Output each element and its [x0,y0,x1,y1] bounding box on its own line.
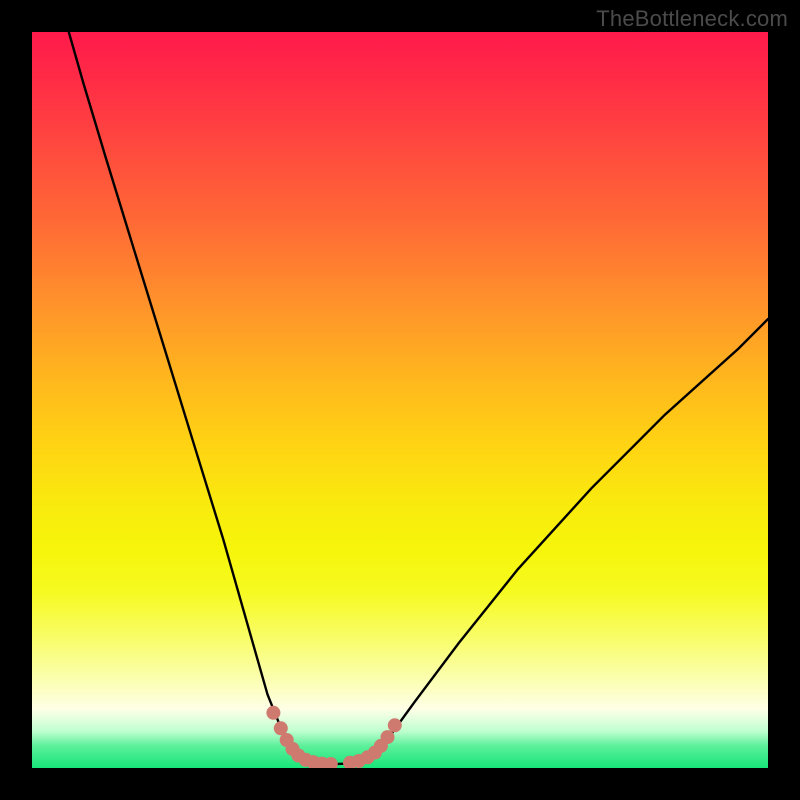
attribution-watermark: TheBottleneck.com [596,6,788,32]
marker-cluster-right [344,719,402,768]
bottleneck-curve [32,32,768,768]
chart-frame: TheBottleneck.com [0,0,800,800]
plot-area [32,32,768,768]
curve-left-branch [69,32,304,762]
curve-right-branch [371,319,768,759]
marker-cluster-left [267,706,337,768]
